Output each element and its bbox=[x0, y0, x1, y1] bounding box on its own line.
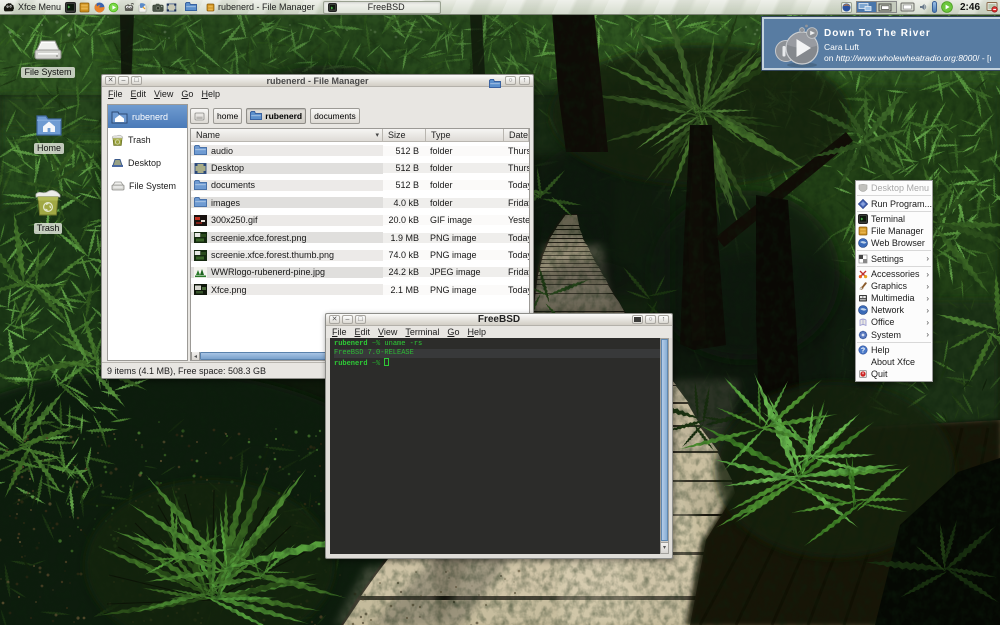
svg-text:?: ? bbox=[861, 348, 865, 355]
